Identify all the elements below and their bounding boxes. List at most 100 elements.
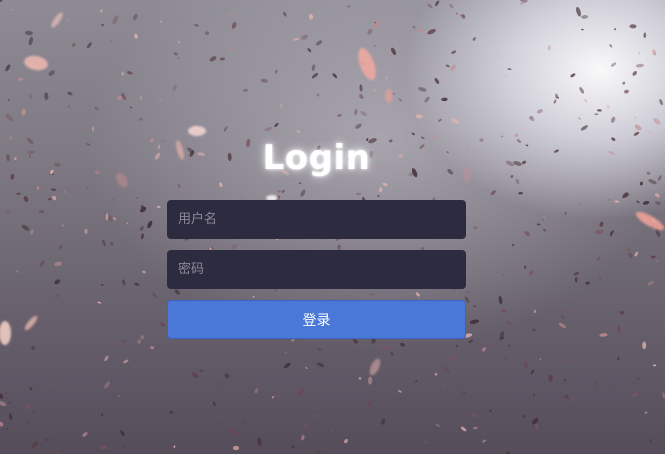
petal-speck	[142, 270, 146, 274]
petal-speck	[0, 400, 7, 407]
petal-speck	[543, 228, 546, 232]
petal-speck	[110, 40, 112, 43]
petal-speck	[579, 202, 582, 206]
petal-speck	[132, 13, 138, 21]
petal-speck	[488, 343, 494, 350]
petal-speck	[648, 438, 653, 444]
petal-speck	[599, 333, 608, 337]
petal-speck	[449, 3, 454, 9]
petal-speck	[209, 56, 217, 62]
petal-speck	[28, 36, 34, 46]
petal-speck	[532, 328, 536, 331]
petal-speck	[450, 118, 460, 124]
login-button[interactable]: 登录	[167, 300, 466, 339]
petal-speck	[580, 125, 588, 131]
petal-speck	[541, 219, 545, 221]
petal-speck	[617, 356, 620, 361]
petal-speck	[26, 404, 31, 410]
petal-speck	[558, 322, 566, 329]
petal-speck	[390, 352, 394, 356]
petal-speck	[373, 88, 376, 92]
petal-speck	[653, 118, 661, 125]
petal-speck	[293, 37, 300, 41]
petal-speck	[610, 116, 616, 123]
petal-speck	[434, 78, 440, 84]
petal-speck	[39, 260, 45, 267]
login-form: 登录	[167, 200, 466, 339]
petal-speck	[48, 70, 55, 76]
petal-speck	[311, 72, 319, 79]
petal-speck	[33, 409, 35, 414]
petal-speck	[299, 182, 302, 185]
petal-speck	[283, 11, 287, 17]
petal-speck	[147, 220, 153, 229]
petal-speck	[649, 131, 651, 133]
petal-speck	[470, 413, 479, 418]
petal-speck	[373, 44, 377, 47]
petal-speck	[301, 435, 305, 441]
petal-speck	[276, 394, 280, 398]
page-title: Login	[262, 138, 371, 178]
username-input[interactable]	[167, 200, 466, 239]
petal-speck	[614, 28, 617, 31]
petal-speck	[18, 77, 24, 81]
petal-speck	[67, 91, 73, 96]
petal-speck	[435, 423, 440, 427]
petal-speck	[54, 261, 63, 267]
petal-speck	[489, 409, 492, 412]
petal-speck	[150, 346, 154, 350]
petal-speck	[379, 187, 383, 193]
petal-speck	[524, 230, 531, 237]
petal-speck	[468, 102, 472, 104]
petal-speck	[643, 32, 647, 39]
petal-speck	[21, 108, 26, 116]
petal-speck	[504, 356, 508, 361]
petal-speck	[537, 109, 543, 114]
petal-speck	[498, 54, 500, 57]
petal-speck	[441, 97, 448, 102]
petal-speck	[224, 373, 230, 379]
petal-speck	[606, 104, 610, 109]
petal-speck	[48, 197, 52, 201]
petal-speck	[355, 192, 362, 196]
petal-speck	[584, 99, 588, 103]
petal-speck	[533, 392, 536, 397]
petal-speck	[657, 175, 662, 181]
petal-speck	[358, 377, 362, 380]
petal-speck	[242, 88, 249, 92]
password-input[interactable]	[167, 250, 466, 289]
petal-speck	[390, 47, 397, 55]
petal-speck	[219, 182, 223, 188]
petal-speck	[264, 126, 273, 132]
petal-speck	[277, 190, 281, 193]
petal-speck	[438, 118, 442, 122]
petal-speck	[135, 197, 138, 199]
petal-speck	[607, 199, 611, 201]
petal-speck	[81, 350, 86, 354]
petal-speck	[642, 201, 650, 205]
petal-speck	[303, 423, 309, 430]
petal-speck	[21, 224, 30, 231]
petal-speck	[126, 71, 133, 75]
petal-speck	[528, 269, 534, 276]
petal-speck	[101, 284, 104, 286]
petal-speck	[105, 213, 109, 221]
petal-speck	[427, 28, 436, 35]
petal-speck	[173, 445, 176, 449]
petal-speck	[614, 200, 620, 203]
petal-speck	[528, 116, 535, 122]
petal-speck	[104, 381, 111, 389]
petal-speck	[523, 360, 529, 369]
petal-speck	[597, 109, 602, 112]
petal-speck	[228, 47, 233, 51]
petal-speck	[622, 81, 626, 85]
petal-speck	[429, 396, 432, 399]
petal-speck	[411, 132, 415, 136]
petal-speck	[160, 322, 166, 327]
petal-speck	[382, 182, 388, 186]
petal-speck	[121, 72, 125, 76]
petal-speck	[610, 62, 617, 67]
petal-speck	[578, 117, 581, 120]
petal-speck	[137, 339, 141, 344]
petal-speck	[427, 3, 433, 9]
